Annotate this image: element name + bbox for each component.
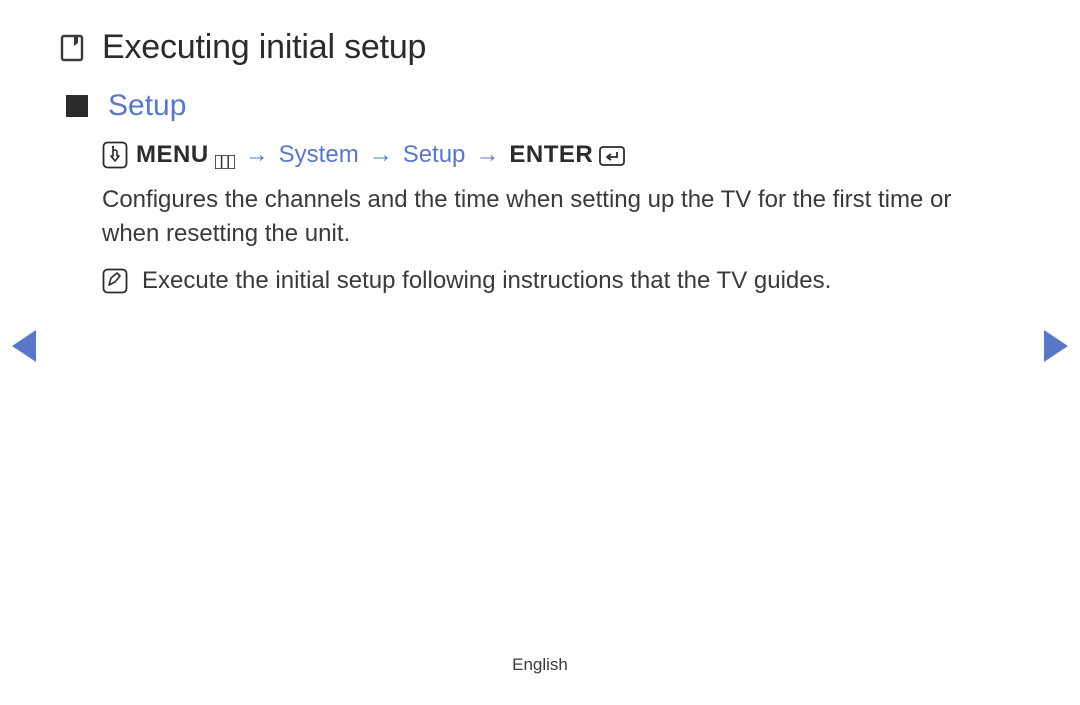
- next-page-button[interactable]: [1044, 330, 1068, 362]
- section-title: Setup: [108, 89, 186, 123]
- title-row: Executing initial setup: [60, 28, 1020, 67]
- breadcrumb-arrow: →: [243, 141, 271, 169]
- footer-language: English: [0, 655, 1080, 675]
- page-title: Executing initial setup: [102, 28, 426, 67]
- breadcrumb: MENU → System → Setup → ENTER: [102, 141, 1020, 169]
- bookmark-icon: [60, 34, 84, 62]
- breadcrumb-menu: MENU: [136, 141, 209, 169]
- breadcrumb-system: System: [279, 141, 359, 169]
- breadcrumb-setup: Setup: [403, 141, 466, 169]
- menu-bars-icon: [215, 148, 235, 162]
- note-row: Execute the initial setup following inst…: [102, 264, 1000, 298]
- breadcrumb-arrow: →: [473, 141, 501, 169]
- hand-pointer-icon: [102, 141, 128, 169]
- prev-page-button[interactable]: [12, 330, 36, 362]
- enter-key-icon: [599, 145, 625, 165]
- note-pencil-icon: [102, 268, 128, 294]
- section-row: Setup: [66, 89, 1020, 123]
- body-paragraph: Configures the channels and the time whe…: [102, 183, 1000, 250]
- breadcrumb-arrow: →: [367, 141, 395, 169]
- note-text: Execute the initial setup following inst…: [142, 264, 831, 298]
- square-bullet-icon: [66, 95, 88, 117]
- breadcrumb-enter: ENTER: [509, 141, 593, 169]
